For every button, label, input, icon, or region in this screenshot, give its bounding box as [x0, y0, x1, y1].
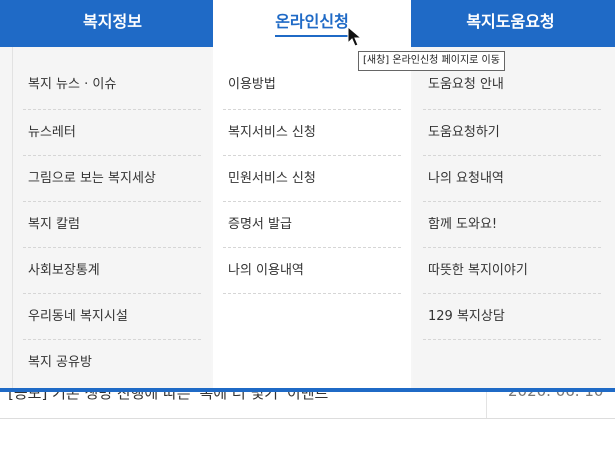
submenu-item-neighborhood-welfare-facilities[interactable]: 우리동네 복지시설 [23, 294, 201, 340]
submenu-item-help-request-guide[interactable]: 도움요청 안내 [423, 65, 601, 110]
panel-right-edge [611, 47, 615, 390]
tab-online-apply-label: 온라인신청 [275, 9, 349, 37]
panel-left-edge [0, 47, 13, 390]
tab-welfare-info[interactable]: 복지정보 [15, 0, 210, 47]
submenu-item-welfare-column[interactable]: 복지 칼럼 [23, 202, 201, 248]
submenu-item-civil-service-apply[interactable]: 민원서비스 신청 [223, 156, 401, 202]
submenu-item-welfare-service-apply[interactable]: 복지서비스 신청 [223, 110, 401, 156]
submenu-item-my-usage-history[interactable]: 나의 이용내역 [223, 248, 401, 294]
tooltip: [새창] 온라인신청 페이지로 이동 [358, 51, 505, 71]
submenu-item-129-welfare-consultation[interactable]: 129 복지상담 [423, 294, 601, 340]
submenu-item-request-help[interactable]: 도움요청하기 [423, 110, 601, 156]
board-row-divider [486, 392, 487, 418]
submenu-item-warm-welfare-stories[interactable]: 따뜻한 복지이야기 [423, 248, 601, 294]
submenu-item-social-security-statistics[interactable]: 사회보장통계 [23, 248, 201, 294]
submenu-item-how-to-use[interactable]: 이용방법 [223, 65, 401, 110]
submenu-item-newsletter[interactable]: 뉴스레터 [23, 110, 201, 156]
board-row-date: 2020. 06. 10 [508, 392, 603, 400]
mouse-pointer-icon [347, 26, 363, 47]
board-row[interactable]: [공모] 기본 생명 진행에 따른 '복에 더 빛기' 이벤트 2020. 06… [0, 392, 615, 419]
main-nav-bar: 복지정보 온라인신청 복지도움요청 [0, 0, 615, 47]
submenu-item-welfare-world-in-pictures[interactable]: 그림으로 보는 복지세상 [23, 156, 201, 202]
submenu-item-welfare-sharing-room[interactable]: 복지 공유방 [23, 340, 201, 386]
submenu-item-welfare-news[interactable]: 복지 뉴스 · 이슈 [23, 65, 201, 110]
submenu-help-request: 도움요청 안내 도움요청하기 나의 요청내역 함께 도와요! 따뜻한 복지이야기… [413, 47, 611, 390]
board-row-title[interactable]: [공모] 기본 생명 진행에 따른 '복에 더 빛기' 이벤트 [8, 392, 328, 403]
submenu-item-certificate-issue[interactable]: 증명서 발급 [223, 202, 401, 248]
submenu-item-help-together[interactable]: 함께 도와요! [423, 202, 601, 248]
tab-online-apply[interactable]: 온라인신청 [213, 0, 411, 47]
submenu-online-apply: 이용방법 복지서비스 신청 민원서비스 신청 증명서 발급 나의 이용내역 [213, 47, 411, 390]
tab-help-request[interactable]: 복지도움요청 [413, 0, 608, 47]
submenu-welfare-info: 복지 뉴스 · 이슈 뉴스레터 그림으로 보는 복지세상 복지 칼럼 사회보장통… [13, 47, 211, 390]
submenu-item-my-requests[interactable]: 나의 요청내역 [423, 156, 601, 202]
